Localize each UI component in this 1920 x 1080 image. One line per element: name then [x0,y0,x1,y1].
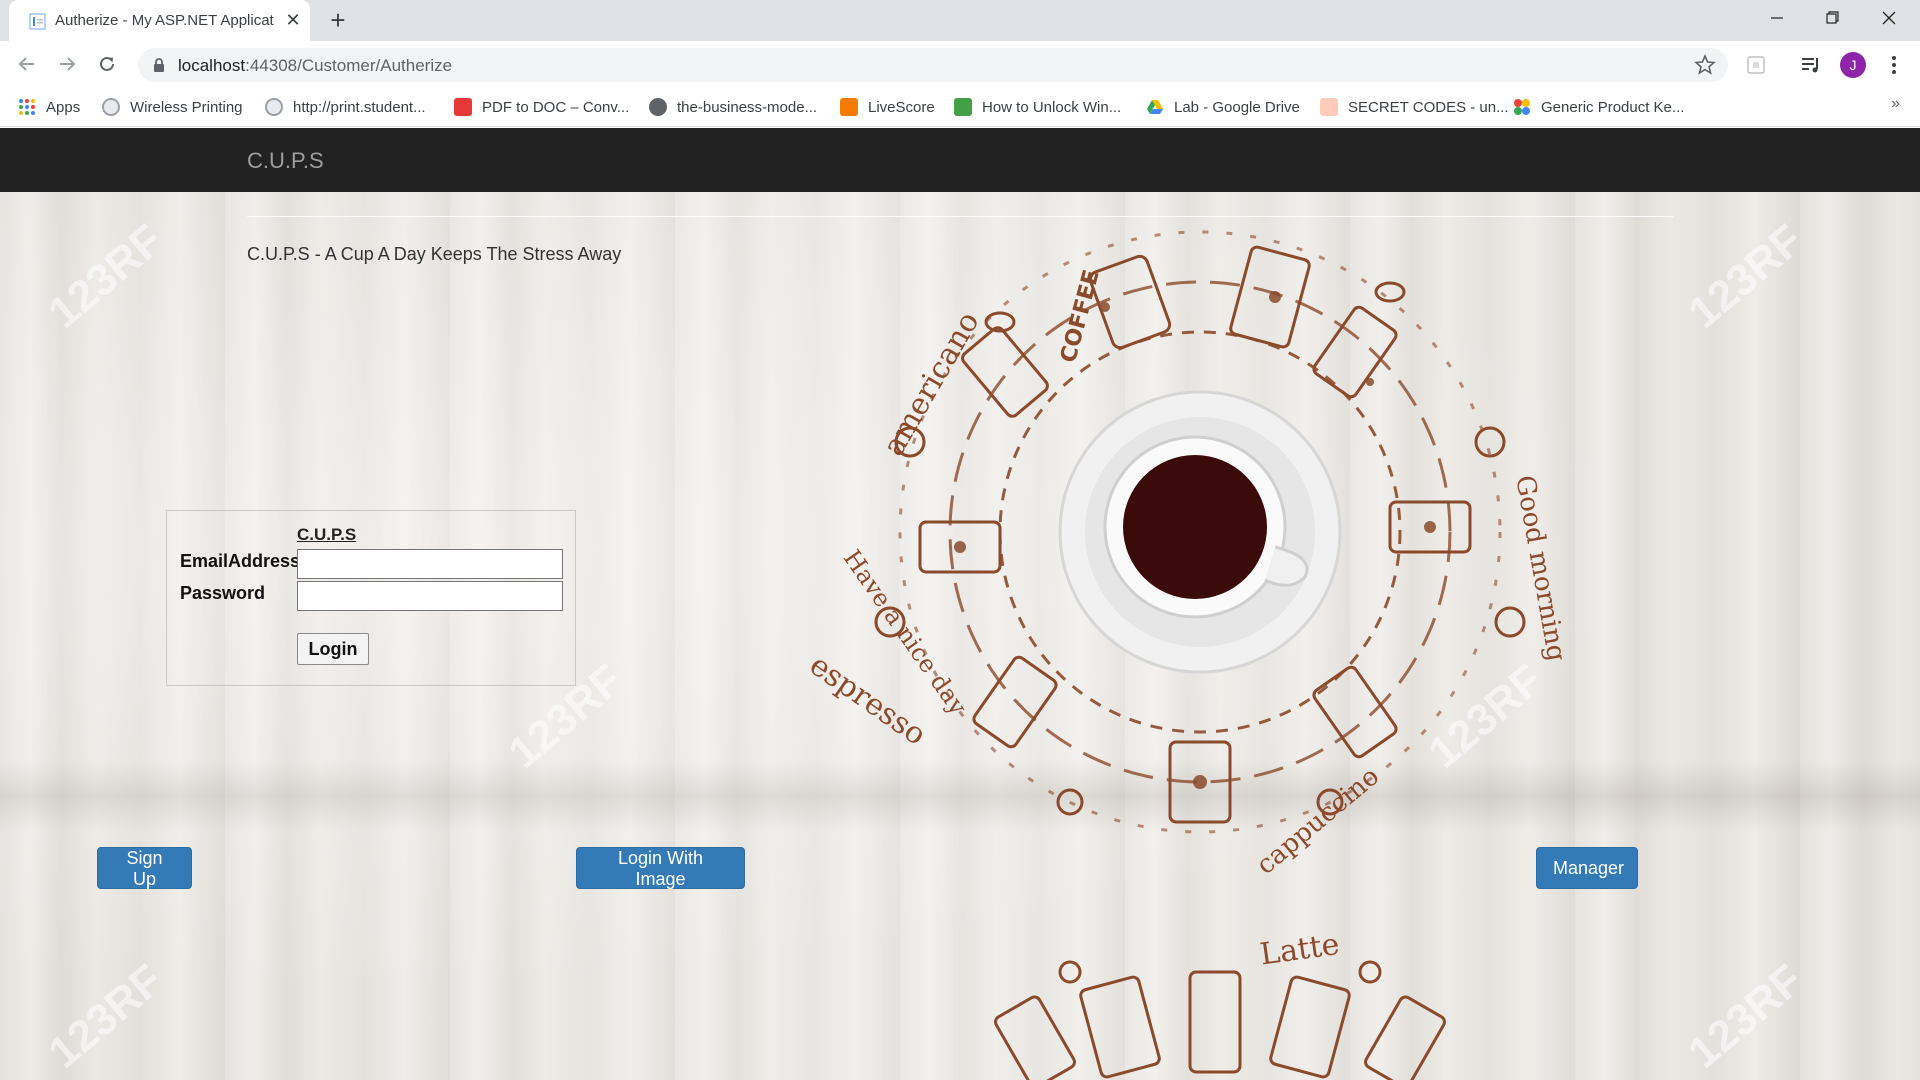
bookmark-apps[interactable]: Apps [18,95,80,119]
printer-globe-icon [265,98,283,116]
window-restore-icon[interactable] [1805,0,1859,41]
doodle-word-americano: americano [876,306,986,462]
doodle-word-latte: Latte [1258,927,1342,973]
login-with-image-button[interactable]: Login With Image [576,847,745,889]
new-tab-icon[interactable]: + [325,7,351,34]
password-label: Password [180,583,266,603]
bookmark-star-icon[interactable] [1694,54,1716,76]
site-navbar: C.U.P.S [0,128,1920,192]
pdf-icon [454,98,472,116]
password-field[interactable] [297,581,563,611]
reload-icon[interactable] [93,50,121,78]
bookmark-pdf-to-doc[interactable]: PDF to DOC – Conv... [454,95,629,119]
bookmark-generic-product-key[interactable]: Generic Product Ke... [1513,95,1684,119]
coffee-doodle-illustration: americano espresso Have a nice day Good … [803,230,1571,881]
bookmark-unlock-windows[interactable]: How to Unlock Win... [954,95,1121,119]
login-heading: C.U.P.S [297,525,357,544]
back-arrow-icon[interactable] [13,50,41,78]
email-field[interactable] [297,549,563,579]
doodle-word-good-morning: Good morning [1509,473,1571,664]
globe-icon [649,98,667,116]
page-favicon-icon [29,13,46,30]
manager-button[interactable]: Manager [1536,847,1638,889]
lock-icon [154,58,164,72]
extension-icon[interactable] [1744,53,1768,77]
web-page: C.U.P.S 123RF 123RF 123RF 123RF 123RF 12… [0,128,1920,1080]
sign-up-button[interactable]: Sign Up [97,847,192,889]
window-close-icon[interactable] [1862,0,1916,41]
bookmark-secret-codes[interactable]: SECRET CODES - un... [1320,95,1509,119]
latte-doodle-illustration: Latte [994,927,1446,1080]
colorful-dots-icon [1514,99,1530,115]
printer-globe-icon [102,98,120,116]
email-label: EmailAddress [180,551,301,571]
livescore-icon [840,98,858,116]
apps-grid-icon [19,99,35,115]
bookmark-lab-drive[interactable]: Lab - Google Drive [1146,95,1300,119]
url-text: localhost:44308/Customer/Autherize [178,56,453,75]
star-leaf-icon [954,98,972,116]
tab-title: Autherize - My ASP.NET Applicat [55,12,274,29]
page-content: 123RF 123RF 123RF 123RF 123RF 123RF C.U.… [0,192,1920,1080]
bookmarks-bar: Apps Wireless Printing http://print.stud… [0,87,1920,127]
site-brand-link[interactable]: C.U.P.S [247,148,324,174]
browser-menu-icon[interactable] [1882,53,1906,77]
doodle-word-cappuccino: cappuccino [1251,761,1385,880]
page-tagline: C.U.P.S - A Cup A Day Keeps The Stress A… [247,244,622,264]
google-drive-icon [1147,100,1163,114]
address-bar[interactable]: localhost:44308/Customer/Autherize [138,48,1728,82]
bookmark-print-student[interactable]: http://print.student... [265,95,426,119]
doodle-word-coffee: COFFEE [1056,267,1105,365]
profile-avatar[interactable]: J [1840,52,1866,78]
xda-icon [1320,98,1338,116]
browser-toolbar: localhost:44308/Customer/Autherize [0,41,1920,87]
bookmark-livescore[interactable]: LiveScore [840,95,935,119]
login-form: C.U.P.S EmailAddress Password Login [166,510,576,686]
tab-close-icon[interactable]: ✕ [283,10,303,30]
bookmark-business-model[interactable]: the-business-mode... [649,95,817,119]
window-minimize-icon[interactable] [1750,0,1804,41]
forward-arrow-icon[interactable] [53,50,81,78]
browser-tab[interactable]: Autherize - My ASP.NET Applicat ✕ [9,0,310,41]
more-bookmarks-icon[interactable]: » [1891,95,1900,113]
bookmark-wireless-printing[interactable]: Wireless Printing [102,95,243,119]
login-button[interactable]: Login [297,633,369,665]
media-control-icon[interactable] [1799,53,1823,77]
tab-strip: Autherize - My ASP.NET Applicat ✕ + [0,0,1920,41]
